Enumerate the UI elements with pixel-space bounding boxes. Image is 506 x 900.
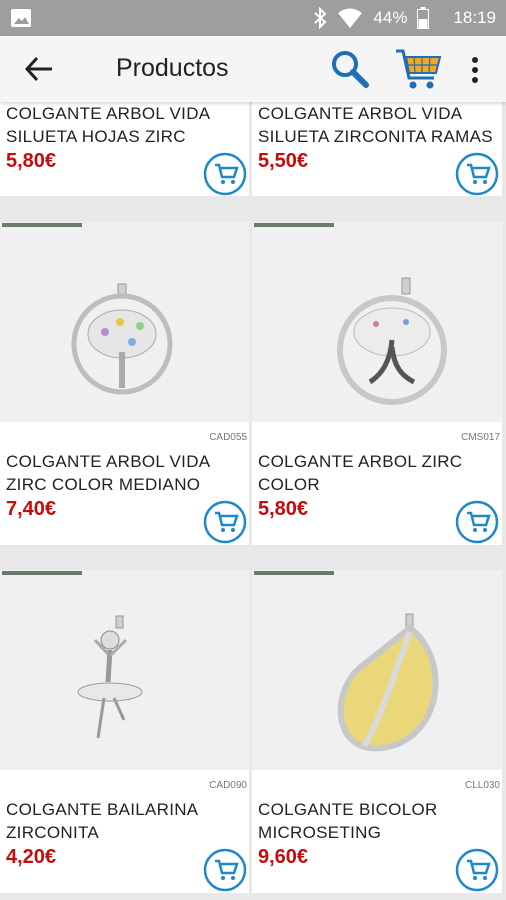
product-card[interactable]: CLL030 COLGANTE BICOLOR MICROSETING 9,60€ — [252, 570, 502, 893]
product-code: CLL030 — [464, 780, 500, 791]
product-card[interactable]: COLGANTE ARBOL VIDA SILUETA ZIRCONITA RAM… — [252, 102, 502, 196]
tree-pendant-image — [71, 283, 173, 395]
ballerina-pendant-image — [77, 615, 143, 739]
tree-pendant-image — [337, 277, 447, 405]
page-title: Productos — [116, 54, 229, 82]
add-to-cart-icon[interactable] — [203, 500, 247, 544]
product-card[interactable]: CAD090 COLGANTE BAILARINA ZIRCONITA 4,20€ — [0, 570, 249, 893]
clock: 18:19 — [453, 8, 496, 27]
product-price: 4,20€ — [6, 846, 57, 868]
product-name: COLGANTE ARBOL VIDA SILUETA ZIRCONITA RAM… — [258, 104, 493, 146]
product-price: 7,40€ — [6, 498, 57, 520]
status-bar: 44% 18:19 — [0, 0, 506, 36]
product-card[interactable]: CAD055 COLGANTE ARBOL VIDA ZIRC COLOR MED… — [0, 222, 249, 545]
product-photo — [0, 222, 249, 422]
product-card[interactable]: CMS017 COLGANTE ARBOL ZIRC COLOR 5,80€ — [252, 222, 502, 545]
bluetooth-icon — [314, 7, 327, 29]
product-code: CMS017 — [461, 432, 500, 443]
add-to-cart-icon[interactable] — [455, 152, 499, 196]
wifi-icon — [338, 8, 363, 28]
image-notification-icon — [11, 9, 31, 27]
battery-icon — [417, 7, 430, 29]
product-photo — [252, 222, 502, 422]
product-name: COLGANTE ARBOL VIDA ZIRC COLOR MEDIANO — [6, 452, 211, 494]
product-card[interactable]: COLGANTE ARBOL VIDA SILUETA HOJAS ZIRC 5,… — [0, 102, 249, 196]
product-price: 5,50€ — [258, 150, 309, 172]
product-price: 9,60€ — [258, 846, 309, 868]
battery-percent: 44% — [373, 8, 408, 27]
product-photo — [0, 570, 249, 770]
add-to-cart-icon[interactable] — [455, 848, 499, 892]
product-code: CAD055 — [209, 432, 247, 443]
product-name: COLGANTE BICOLOR MICROSETING — [258, 800, 438, 842]
product-name: COLGANTE ARBOL ZIRC COLOR — [258, 452, 463, 494]
product-grid: COLGANTE ARBOL VIDA SILUETA HOJAS ZIRC 5,… — [0, 102, 506, 900]
more-options-icon[interactable] — [462, 52, 488, 88]
leaf-pendant-image — [337, 613, 439, 752]
add-to-cart-icon[interactable] — [203, 152, 247, 196]
add-to-cart-icon[interactable] — [455, 500, 499, 544]
search-icon[interactable] — [328, 48, 372, 92]
shopping-cart-icon[interactable] — [394, 44, 444, 94]
product-name: COLGANTE ARBOL VIDA SILUETA HOJAS ZIRC — [6, 104, 211, 146]
add-to-cart-icon[interactable] — [203, 848, 247, 892]
product-name: COLGANTE BAILARINA ZIRCONITA — [6, 800, 199, 842]
back-arrow-icon[interactable] — [22, 53, 56, 85]
product-price: 5,80€ — [258, 498, 309, 520]
product-photo — [252, 570, 502, 770]
product-price: 5,80€ — [6, 150, 57, 172]
product-code: CAD090 — [209, 780, 247, 791]
app-bar: Productos — [0, 36, 506, 102]
